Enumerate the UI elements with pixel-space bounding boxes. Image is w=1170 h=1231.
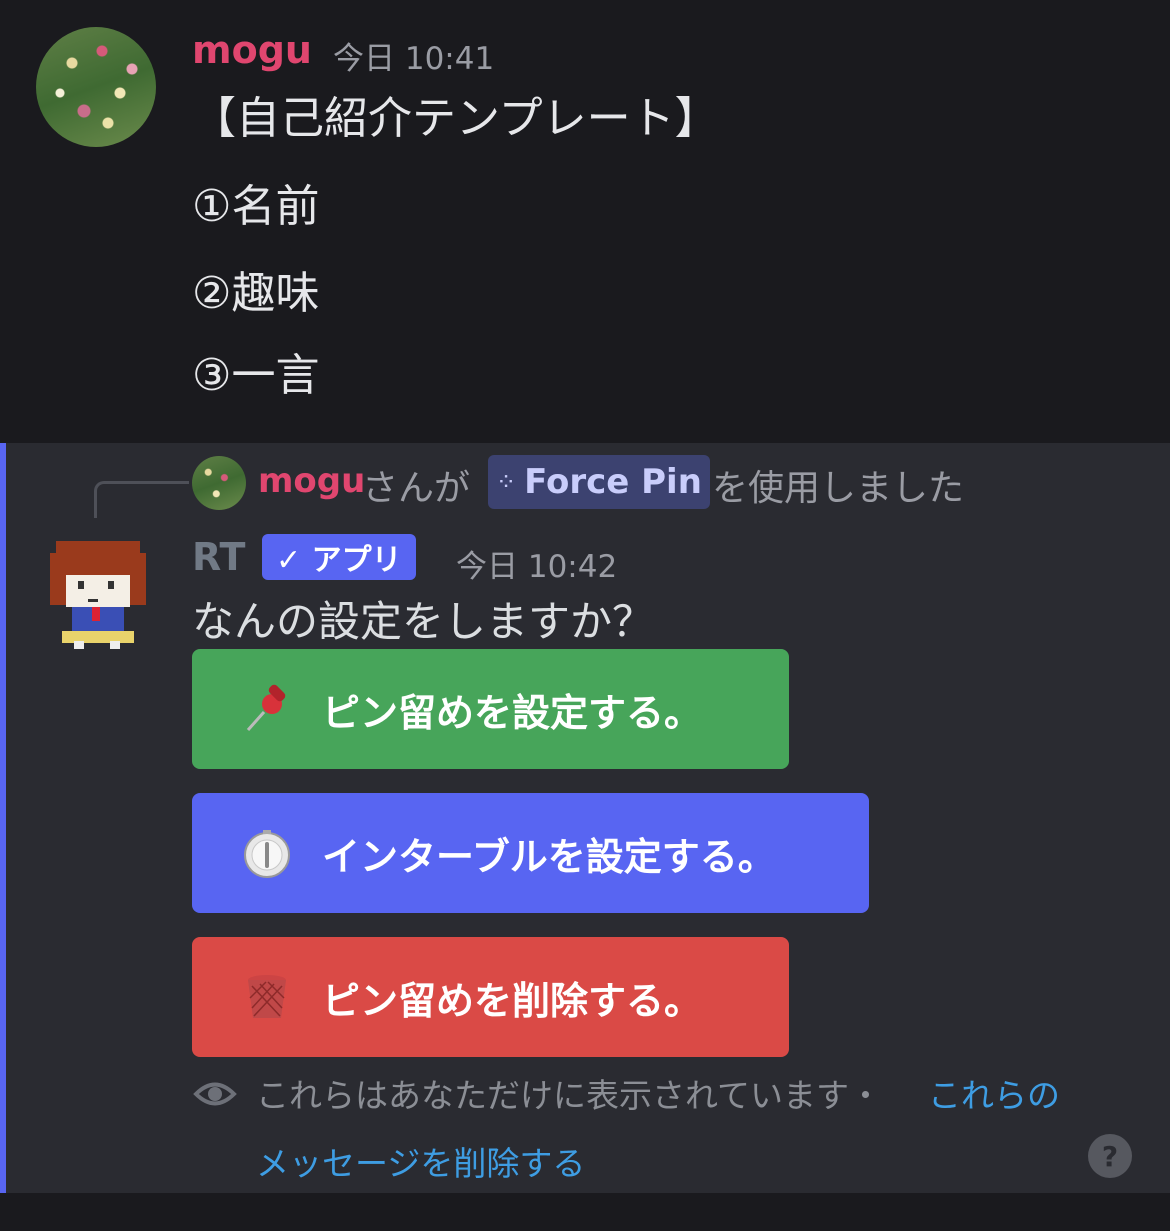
bot-message-text: なんの設定をしますか？ — [192, 597, 655, 646]
message-line: ②趣味 — [192, 268, 320, 319]
set-interval-button[interactable]: インターブルを設定する。 — [192, 793, 869, 913]
reply-avatar[interactable] — [192, 456, 246, 510]
button-label: ピン留めを設定する。 — [322, 690, 703, 735]
command-name: Force Pin — [524, 462, 702, 502]
button-label: インターブルを設定する。 — [322, 834, 776, 879]
bot-avatar[interactable] — [48, 541, 148, 651]
message-line: ③一言 — [192, 350, 320, 401]
wastebasket-icon — [242, 972, 292, 1022]
app-badge: ✓ アプリ — [262, 534, 416, 580]
timestamp: 今日 10:41 — [333, 41, 495, 77]
ephemeral-highlight-bar — [0, 443, 6, 1193]
ephemeral-notice: これらはあなただけに表示されています・ — [256, 1076, 883, 1115]
eye-icon — [193, 1082, 237, 1106]
message-mogu: mogu 今日 10:41 【自己紹介テンプレート】 ①名前 ②趣味 ③一言 — [0, 0, 1170, 443]
dismiss-messages-link[interactable]: メッセージを削除する — [256, 1137, 585, 1185]
message-rt-bot: mogu さんが ⁘ Force Pin を使用しました RT ✓ アプリ 今日… — [0, 443, 1170, 1193]
timer-icon — [242, 828, 292, 878]
username[interactable]: mogu — [192, 28, 312, 72]
command-mention[interactable]: ⁘ Force Pin — [488, 455, 710, 509]
user-avatar[interactable] — [36, 27, 156, 147]
delete-pin-button[interactable]: ピン留めを削除する。 — [192, 937, 789, 1057]
reply-text: さんが — [362, 468, 471, 509]
help-icon[interactable]: ? — [1088, 1134, 1132, 1178]
pushpin-icon — [242, 684, 292, 734]
message-line: 【自己紹介テンプレート】 — [192, 93, 719, 144]
button-label: ピン留めを削除する。 — [322, 978, 703, 1023]
message-line: ①名前 — [192, 181, 320, 232]
bot-username[interactable]: RT — [192, 535, 245, 579]
timestamp: 今日 10:42 — [456, 549, 618, 585]
reply-connector — [94, 481, 189, 518]
app-command-icon: ⁘ — [496, 468, 517, 496]
reply-username[interactable]: mogu — [258, 461, 365, 501]
reply-text: を使用しました — [712, 468, 965, 509]
set-pin-button[interactable]: ピン留めを設定する。 — [192, 649, 789, 769]
dismiss-messages-link[interactable]: これらの — [928, 1069, 1060, 1117]
